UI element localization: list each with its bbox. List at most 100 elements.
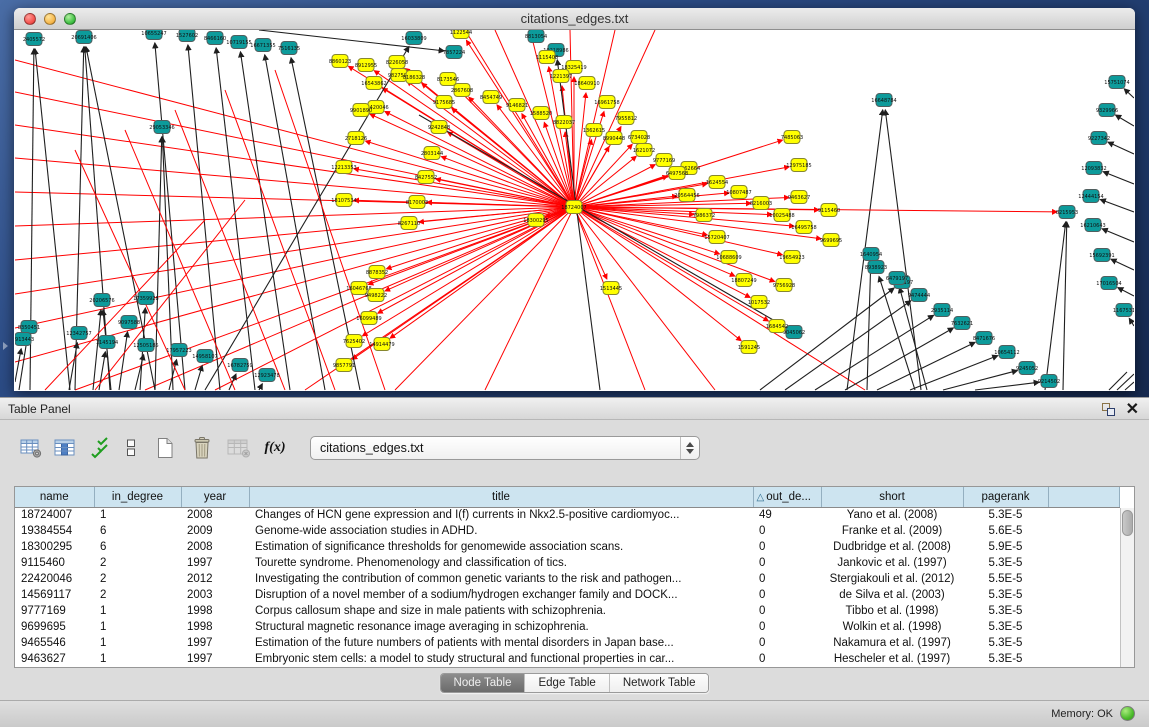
- graph-edge[interactable]: [1103, 172, 1134, 184]
- float-panel-icon[interactable]: [1102, 403, 1115, 416]
- delete-icon[interactable]: [184, 433, 220, 463]
- column-header-pagerank[interactable]: pagerank: [963, 487, 1048, 507]
- table-row[interactable]: 1456911722003Disruption of a novel membe…: [15, 587, 1120, 603]
- graph-edge[interactable]: [15, 349, 21, 382]
- table-cell[interactable]: de Silva et al. (2003): [821, 587, 963, 603]
- close-panel-icon[interactable]: ✕: [1126, 399, 1139, 419]
- column-header-name[interactable]: name: [15, 487, 94, 507]
- table-cell[interactable]: Tibbo et al. (1998): [821, 603, 963, 619]
- graph-edge[interactable]: [225, 90, 335, 390]
- graph-edge[interactable]: [195, 366, 202, 390]
- network-canvas[interactable]: 2405572206914061065524715276028466160107…: [15, 30, 1134, 391]
- graph-edge[interactable]: [155, 137, 162, 390]
- table-cell[interactable]: 1: [94, 507, 181, 523]
- graph-edge[interactable]: [1063, 222, 1067, 390]
- graph-edge[interactable]: [1124, 89, 1134, 98]
- table-cell[interactable]: 2008: [181, 507, 249, 523]
- table-cell[interactable]: 9465546: [15, 635, 94, 651]
- table-cell[interactable]: 0: [753, 603, 821, 619]
- table-cell[interactable]: 1: [94, 603, 181, 619]
- table-cell[interactable]: Hescheler et al. (1997): [821, 651, 963, 667]
- table-cell[interactable]: 5.3E-5: [963, 555, 1048, 571]
- new-document-icon[interactable]: [146, 433, 184, 463]
- table-row[interactable]: 1872400712008Changes of HCN gene express…: [15, 507, 1120, 523]
- graph-edge[interactable]: [1117, 374, 1134, 390]
- table-row[interactable]: 969969511998Structural magnetic resonanc…: [15, 619, 1120, 635]
- tab-network-table[interactable]: Network Table: [609, 674, 709, 692]
- column-header-out_de[interactable]: △out_de...: [753, 487, 821, 507]
- table-cell[interactable]: Changes of HCN gene expression and I(f) …: [249, 507, 753, 523]
- table-settings-icon[interactable]: [16, 433, 46, 463]
- table-row[interactable]: 1830029562008Estimation of significance …: [15, 539, 1120, 555]
- table-row[interactable]: 977716911998Corpus callosum shape and si…: [15, 603, 1120, 619]
- graph-edge[interactable]: [574, 207, 645, 390]
- table-cell[interactable]: 1997: [181, 555, 249, 571]
- graph-edge[interactable]: [370, 114, 574, 207]
- table-cell[interactable]: Structural magnetic resonance image aver…: [249, 619, 753, 635]
- table-cell[interactable]: 5.3E-5: [963, 619, 1048, 635]
- table-cell[interactable]: 1: [94, 635, 181, 651]
- graph-edge[interactable]: [119, 332, 128, 390]
- graph-edge[interactable]: [943, 371, 1017, 390]
- table-cell[interactable]: 0: [753, 555, 821, 571]
- table-cell[interactable]: 22420046: [15, 571, 94, 587]
- graph-edge[interactable]: [785, 301, 911, 390]
- graph-edge[interactable]: [15, 60, 574, 207]
- table-cell[interactable]: Wolkin et al. (1998): [821, 619, 963, 635]
- table-cell[interactable]: 0: [753, 651, 821, 667]
- graph-edge[interactable]: [135, 355, 144, 390]
- table-cell[interactable]: 5.3E-5: [963, 651, 1048, 667]
- table-cell[interactable]: 2: [94, 555, 181, 571]
- graph-edge[interactable]: [1045, 222, 1066, 390]
- graph-edge[interactable]: [1111, 259, 1134, 270]
- table-scrollbar-thumb[interactable]: [1122, 510, 1133, 536]
- table-cell[interactable]: 5.5E-5: [963, 571, 1048, 587]
- graph-edge[interactable]: [1102, 229, 1134, 242]
- table-cell[interactable]: 49: [753, 507, 821, 523]
- graph-edge[interactable]: [574, 207, 768, 321]
- table-cell[interactable]: 5.6E-5: [963, 523, 1048, 539]
- table-cell[interactable]: Embryonic stem cells: a model to study s…: [249, 651, 753, 667]
- column-header-in_degree[interactable]: in_degree: [94, 487, 181, 507]
- show-column-icon[interactable]: [46, 433, 84, 463]
- node-table[interactable]: namein_degreeyeartitle△out_de...shortpag…: [14, 486, 1135, 668]
- table-cell[interactable]: Yano et al. (2008): [821, 507, 963, 523]
- table-cell[interactable]: Jankovic et al. (1997): [821, 555, 963, 571]
- graph-edge[interactable]: [259, 384, 262, 390]
- graph-edge[interactable]: [1109, 372, 1127, 390]
- table-cell[interactable]: 2008: [181, 539, 249, 555]
- table-cell[interactable]: 0: [753, 523, 821, 539]
- table-cell[interactable]: 18724007: [15, 507, 94, 523]
- table-cell[interactable]: Dudbridge et al. (2008): [821, 539, 963, 555]
- graph-edge[interactable]: [975, 382, 1039, 390]
- tab-edge-table[interactable]: Edge Table: [524, 674, 608, 692]
- table-cell[interactable]: 9777169: [15, 603, 94, 619]
- graph-edge[interactable]: [352, 207, 574, 359]
- graph-edge[interactable]: [1100, 199, 1134, 212]
- table-selector-dropdown[interactable]: citations_edges.txt: [310, 436, 700, 460]
- graph-edge[interactable]: [1116, 115, 1134, 126]
- column-header-year[interactable]: year: [181, 487, 249, 507]
- table-cell[interactable]: 5.3E-5: [963, 587, 1048, 603]
- select-all-icon[interactable]: [84, 433, 116, 463]
- table-row[interactable]: 946362711997Embryonic stem cells: a mode…: [15, 651, 1120, 667]
- table-cell[interactable]: 9699695: [15, 619, 94, 635]
- table-cell[interactable]: 18300295: [15, 539, 94, 555]
- graph-edge[interactable]: [910, 356, 998, 390]
- table-cell[interactable]: 1: [94, 651, 181, 667]
- table-row[interactable]: 2242004622012Investigating the contribut…: [15, 571, 1120, 587]
- graph-edge[interactable]: [1129, 318, 1134, 326]
- table-cell[interactable]: 1997: [181, 651, 249, 667]
- table-cell[interactable]: 6: [94, 539, 181, 555]
- table-cell[interactable]: 0: [753, 619, 821, 635]
- graph-edge[interactable]: [574, 207, 741, 341]
- graph-edge[interactable]: [441, 157, 574, 207]
- graph-edge[interactable]: [45, 220, 205, 390]
- table-row[interactable]: 1938455462009Genome-wide association stu…: [15, 523, 1120, 539]
- table-cell[interactable]: 1997: [181, 635, 249, 651]
- graph-edge[interactable]: [574, 156, 636, 207]
- graph-edge[interactable]: [1125, 382, 1134, 390]
- table-row[interactable]: 911546021997Tourette syndrome. Phenomeno…: [15, 555, 1120, 571]
- table-cell[interactable]: 0: [753, 539, 821, 555]
- table-cell[interactable]: Estimation of significance thresholds fo…: [249, 539, 753, 555]
